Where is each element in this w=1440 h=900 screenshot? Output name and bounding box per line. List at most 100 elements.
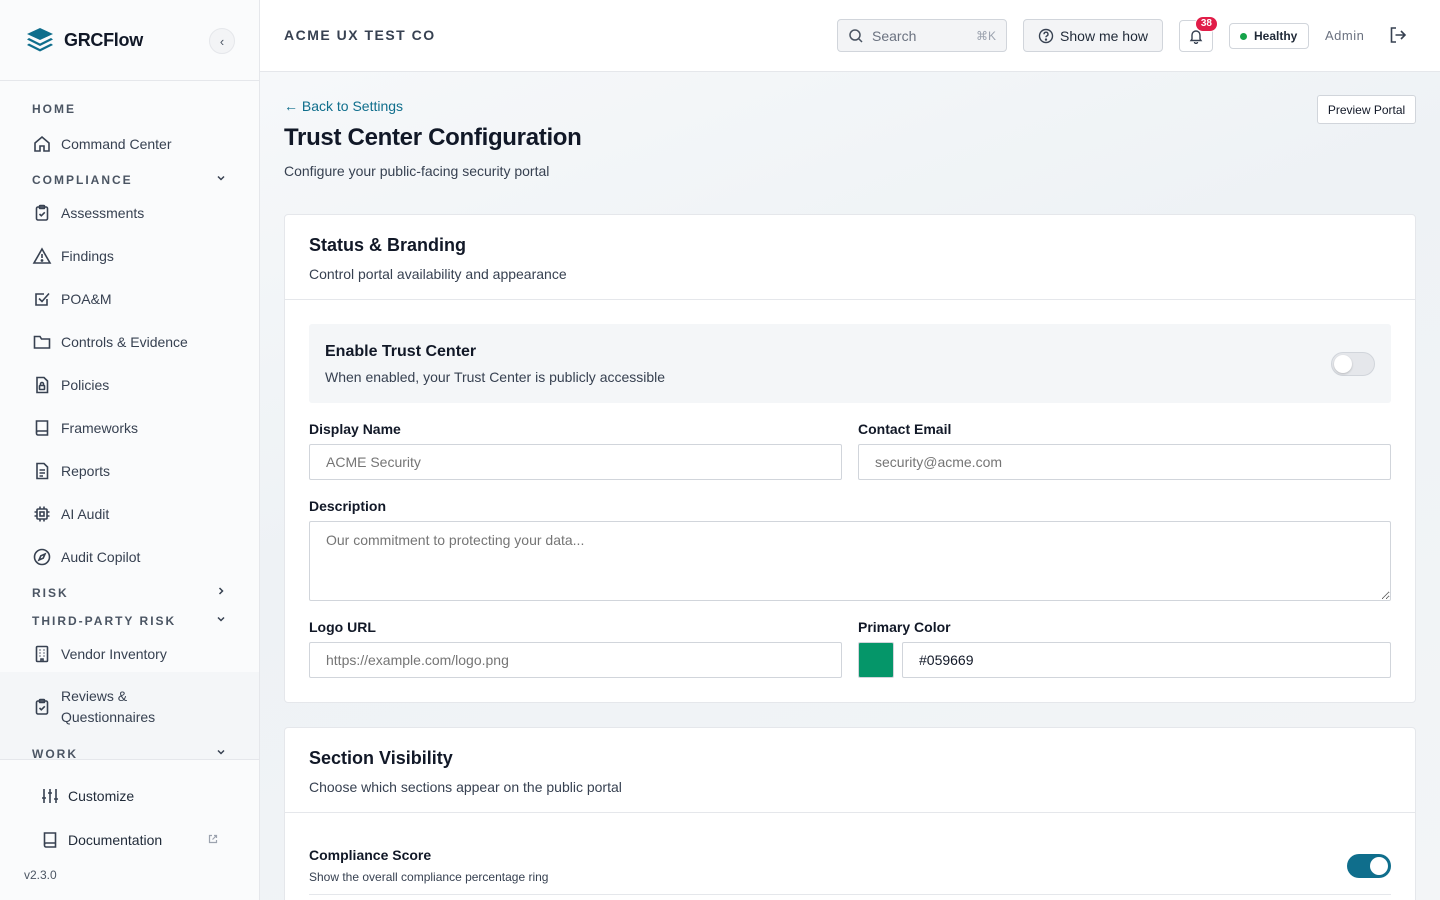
preview-portal-button[interactable]: Preview Portal bbox=[1317, 95, 1416, 124]
health-status-dot-icon bbox=[1240, 32, 1247, 40]
card-header: Section Visibility Choose which sections… bbox=[285, 728, 1415, 813]
system-health-badge[interactable]: Healthy bbox=[1229, 23, 1309, 49]
documentation-link[interactable]: Documentation bbox=[40, 830, 219, 850]
enable-trust-center-row: Enable Trust Center When enabled, your T… bbox=[309, 324, 1391, 403]
sidebar-item-label: Vendor Inventory bbox=[61, 646, 167, 662]
chevron-right-icon bbox=[215, 585, 227, 600]
show-me-how-label: Show me how bbox=[1060, 27, 1148, 44]
sidebar-footer: Customize Documentation v2.3.0 bbox=[0, 759, 259, 900]
book-icon bbox=[40, 830, 60, 850]
sidebar-item-label: Policies bbox=[61, 377, 110, 393]
checkbox-icon bbox=[32, 289, 52, 309]
sidebar-item-controls-evidence[interactable]: Controls & Evidence bbox=[32, 332, 235, 352]
nav-section-compliance[interactable]: COMPLIANCE bbox=[32, 172, 227, 187]
chevron-down-icon bbox=[215, 613, 227, 628]
display-name-input[interactable] bbox=[309, 444, 842, 480]
search-input[interactable]: Search ⌘K bbox=[837, 19, 1007, 52]
health-label: Healthy bbox=[1254, 29, 1298, 43]
sidebar-item-label: Audit Copilot bbox=[61, 549, 141, 565]
customize-label: Customize bbox=[68, 788, 135, 804]
nav-section-label: RISK bbox=[32, 585, 69, 600]
sidebar-item-label: Findings bbox=[61, 248, 114, 264]
visibility-row-title: Compliance Score bbox=[309, 847, 432, 863]
cpu-chip-icon bbox=[32, 504, 52, 524]
sidebar-item-poam[interactable]: POA&M bbox=[32, 289, 235, 309]
book-icon bbox=[32, 418, 52, 438]
sidebar: GRCFlow ‹ HOME Command Center COMPLIANCE… bbox=[0, 0, 260, 900]
user-role[interactable]: Admin bbox=[1325, 28, 1364, 43]
documentation-label: Documentation bbox=[68, 832, 163, 848]
sidebar-item-policies[interactable]: Policies bbox=[32, 375, 235, 395]
sliders-icon bbox=[40, 786, 60, 806]
sidebar-item-reviews-questionnaires[interactable]: Reviews & Questionnaires bbox=[32, 686, 235, 728]
primary-color-label: Primary Color bbox=[858, 619, 951, 635]
sidebar-item-ai-audit[interactable]: AI Audit bbox=[32, 504, 235, 524]
sidebar-item-audit-copilot[interactable]: Audit Copilot bbox=[32, 547, 235, 567]
logo-url-label: Logo URL bbox=[309, 619, 376, 635]
page-title: Trust Center Configuration bbox=[284, 124, 582, 151]
contact-email-input[interactable] bbox=[858, 444, 1391, 480]
sidebar-item-command-center[interactable]: Command Center bbox=[32, 134, 235, 154]
layers-logo-icon bbox=[24, 24, 56, 56]
nav-section-work[interactable]: WORK bbox=[32, 746, 227, 759]
nav-section-label: WORK bbox=[32, 746, 78, 760]
sidebar-item-label: Controls & Evidence bbox=[61, 334, 188, 350]
organization-name: ACME UX TEST CO bbox=[284, 27, 436, 43]
visibility-row-compliance-score: Compliance Score Show the overall compli… bbox=[309, 813, 1391, 895]
card-subtitle: Choose which sections appear on the publ… bbox=[309, 779, 622, 795]
primary-color-input[interactable] bbox=[902, 642, 1391, 678]
sidebar-item-findings[interactable]: Findings bbox=[32, 246, 235, 266]
description-textarea[interactable] bbox=[309, 521, 1391, 601]
app-version: v2.3.0 bbox=[24, 868, 57, 882]
clipboard-check-icon bbox=[32, 203, 52, 223]
primary-color-swatch[interactable] bbox=[858, 642, 894, 678]
visibility-row-description: Show the overall compliance percentage r… bbox=[309, 870, 549, 884]
search-placeholder: Search bbox=[872, 27, 917, 44]
back-to-settings-link[interactable]: ← Back to Settings bbox=[284, 98, 403, 114]
sidebar-item-label: AI Audit bbox=[61, 506, 110, 522]
sidebar-item-label: Reports bbox=[61, 463, 111, 479]
nav-section-risk[interactable]: RISK bbox=[32, 585, 227, 600]
brand: GRCFlow ‹ bbox=[0, 0, 259, 81]
sidebar-item-label: POA&M bbox=[61, 291, 112, 307]
building-icon bbox=[32, 644, 52, 664]
contact-email-label: Contact Email bbox=[858, 421, 952, 437]
enable-trust-center-description: When enabled, your Trust Center is publi… bbox=[325, 369, 666, 385]
compliance-score-toggle[interactable] bbox=[1347, 854, 1391, 878]
sidebar-item-assessments[interactable]: Assessments bbox=[32, 203, 235, 223]
warning-triangle-icon bbox=[32, 246, 52, 266]
search-icon bbox=[848, 28, 864, 44]
logo-url-input[interactable] bbox=[309, 642, 842, 678]
sidebar-item-frameworks[interactable]: Frameworks bbox=[32, 418, 235, 438]
notifications-button[interactable]: 38 bbox=[1179, 16, 1218, 52]
sidebar-item-label-line: Reviews & bbox=[61, 688, 128, 704]
nav-section-label: HOME bbox=[32, 102, 76, 116]
sidebar-item-reports[interactable]: Reports bbox=[32, 461, 235, 481]
brand-name: GRCFlow bbox=[64, 29, 143, 50]
section-visibility-card: Section Visibility Choose which sections… bbox=[284, 727, 1416, 900]
sidebar-item-label: Assessments bbox=[61, 205, 145, 221]
collapse-sidebar-button[interactable]: ‹ bbox=[209, 28, 235, 54]
logout-icon[interactable] bbox=[1388, 25, 1408, 45]
chevron-down-icon bbox=[215, 746, 227, 759]
home-icon bbox=[32, 134, 52, 154]
nav-section-third-party-risk[interactable]: THIRD-PARTY RISK bbox=[32, 613, 227, 628]
nav-section-label: THIRD-PARTY RISK bbox=[32, 613, 177, 628]
notification-count-badge: 38 bbox=[1194, 16, 1218, 32]
sidebar-nav: HOME Command Center COMPLIANCE Assessmen… bbox=[0, 81, 259, 759]
compass-icon bbox=[32, 547, 52, 567]
display-name-label: Display Name bbox=[309, 421, 401, 437]
enable-trust-center-toggle[interactable] bbox=[1331, 352, 1375, 376]
nav-section-home: HOME bbox=[32, 102, 227, 116]
chevron-down-icon bbox=[215, 172, 227, 187]
page-subtitle: Configure your public-facing security po… bbox=[284, 163, 550, 179]
clipboard-check-icon bbox=[32, 697, 52, 717]
external-link-icon bbox=[207, 833, 219, 848]
customize-button[interactable]: Customize bbox=[40, 786, 219, 806]
show-me-how-button[interactable]: Show me how bbox=[1023, 19, 1163, 52]
sidebar-item-label: Reviews & Questionnaires bbox=[61, 686, 155, 728]
card-subtitle: Control portal availability and appearan… bbox=[309, 266, 567, 282]
sidebar-item-vendor-inventory[interactable]: Vendor Inventory bbox=[32, 644, 235, 664]
folder-icon bbox=[32, 332, 52, 352]
sidebar-item-label-line: Questionnaires bbox=[61, 709, 156, 725]
